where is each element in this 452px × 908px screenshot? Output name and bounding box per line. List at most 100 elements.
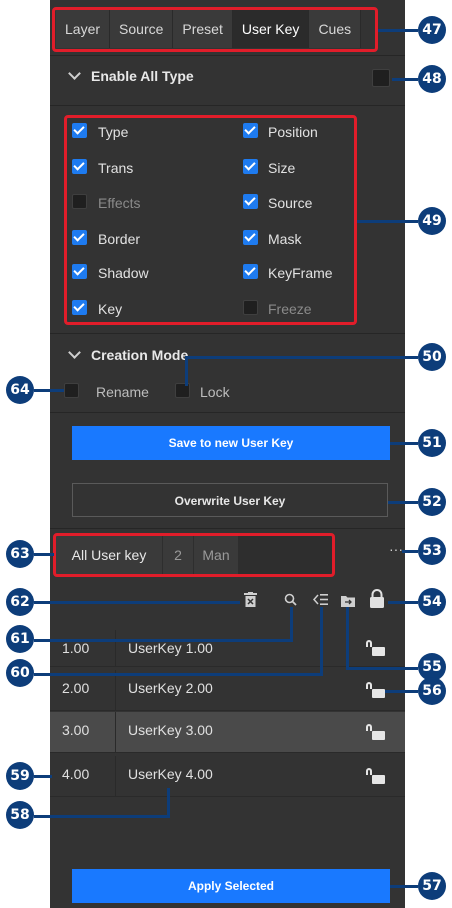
- column-divider: [115, 712, 116, 752]
- type-label-effects: Effects: [98, 195, 141, 211]
- rename-checkbox[interactable]: [64, 383, 79, 398]
- type-checkbox-key[interactable]: [72, 300, 87, 315]
- callout-leader-line: [34, 389, 64, 392]
- callout-badge: 53: [418, 537, 446, 565]
- type-label-keyframe: KeyFrame: [268, 265, 333, 281]
- callout-leader-line: [390, 885, 418, 888]
- callout-badge: 59: [6, 762, 34, 790]
- row-name: UserKey 3.00: [128, 722, 213, 738]
- type-label-mask: Mask: [268, 231, 302, 247]
- column-divider: [115, 630, 116, 666]
- callout-leader-line: [34, 639, 293, 642]
- unlock-icon[interactable]: [366, 682, 385, 698]
- row-name: UserKey 4.00: [128, 766, 213, 782]
- callout-leader-line: [402, 550, 418, 553]
- row-number: 1.00: [62, 640, 90, 656]
- type-label-source: Source: [268, 195, 313, 211]
- type-label-freeze: Freeze: [268, 301, 312, 317]
- callout-badge: 48: [418, 65, 446, 93]
- callout-badge: 47: [418, 16, 446, 44]
- lock-all-icon[interactable]: [369, 589, 385, 608]
- callout-leader-line: [167, 788, 170, 816]
- type-checkbox-type[interactable]: [72, 123, 87, 138]
- type-checkbox-source[interactable]: [243, 194, 258, 209]
- table-row[interactable]: 1.00 UserKey 1.00: [50, 630, 405, 667]
- save-to-new-user-key-button[interactable]: Save to new User Key: [72, 426, 390, 460]
- callout-leader-line: [385, 690, 418, 693]
- callout-leader-line: [388, 501, 418, 504]
- table-row[interactable]: 4.00 UserKey 4.00: [50, 756, 405, 797]
- table-row[interactable]: 3.00 UserKey 3.00: [50, 712, 405, 753]
- callout-leader-line: [34, 775, 52, 778]
- callout-leader-line: [34, 553, 54, 556]
- type-label-key: Key: [98, 301, 123, 317]
- callout-badge: 62: [6, 588, 34, 616]
- chevron-down-icon: [68, 67, 81, 80]
- callout-leader-line: [34, 601, 240, 604]
- unlock-icon[interactable]: [366, 640, 385, 656]
- more-icon[interactable]: ···: [389, 541, 403, 557]
- type-checkbox-border[interactable]: [72, 230, 87, 245]
- callout-badge: 49: [418, 207, 446, 235]
- overwrite-user-key-button[interactable]: Overwrite User Key: [72, 483, 388, 517]
- row-name: UserKey 1.00: [128, 640, 213, 656]
- type-checkbox-keyframe[interactable]: [243, 264, 258, 279]
- creation-mode-header[interactable]: Creation Mode: [68, 346, 189, 363]
- callout-leader-line: [357, 220, 418, 223]
- type-label-size: Size: [268, 160, 296, 176]
- type-label-border: Border: [98, 231, 141, 247]
- row-name: UserKey 2.00: [128, 680, 213, 696]
- apply-selected-button[interactable]: Apply Selected: [72, 869, 390, 903]
- rename-label: Rename: [96, 384, 149, 400]
- delete-icon[interactable]: [244, 592, 257, 607]
- callout-leader-line: [320, 607, 323, 675]
- callout-leader-line: [388, 601, 418, 604]
- type-checkbox-position[interactable]: [243, 123, 258, 138]
- chevron-down-icon: [68, 346, 81, 359]
- callout-leader-line: [390, 442, 418, 445]
- callout-badge: 51: [418, 429, 446, 457]
- type-checkbox-effects[interactable]: [72, 194, 87, 209]
- callout-leader-line: [185, 356, 188, 386]
- type-label-shadow: Shadow: [98, 265, 149, 281]
- type-label-trans: Trans: [98, 160, 134, 176]
- list-filter-icon[interactable]: [312, 593, 328, 606]
- callout-badge: 57: [418, 872, 446, 900]
- enable-all-type-label: Enable All Type: [91, 68, 194, 84]
- callout-badge: 54: [418, 588, 446, 616]
- row-number: 3.00: [62, 722, 90, 738]
- type-checkbox-size[interactable]: [243, 159, 258, 174]
- row-number: 2.00: [62, 680, 90, 696]
- table-row[interactable]: 2.00 UserKey 2.00: [50, 670, 405, 711]
- creation-mode-label: Creation Mode: [91, 347, 189, 363]
- callout-leader-line: [346, 667, 418, 670]
- enable-all-type-checkbox[interactable]: [372, 69, 390, 87]
- callout-leader-line: [34, 815, 170, 818]
- column-divider: [115, 670, 116, 710]
- type-checkbox-freeze[interactable]: [243, 300, 258, 315]
- lock-label: Lock: [200, 384, 230, 400]
- search-icon[interactable]: [284, 593, 297, 606]
- row-number: 4.00: [62, 766, 90, 782]
- types-highlight-box: [64, 115, 357, 325]
- callout-leader-line: [378, 29, 418, 32]
- type-checkbox-shadow[interactable]: [72, 264, 87, 279]
- type-checkbox-trans[interactable]: [72, 159, 87, 174]
- callout-leader-line: [34, 673, 323, 676]
- type-label-type: Type: [98, 124, 129, 140]
- callout-leader-line: [185, 356, 418, 359]
- unlock-icon[interactable]: [366, 724, 385, 740]
- column-divider: [115, 756, 116, 796]
- callout-badge: 56: [418, 677, 446, 705]
- enable-all-type-header[interactable]: Enable All Type: [68, 67, 194, 84]
- filter-highlight-box: [53, 533, 335, 577]
- tabs-highlight-box: [52, 7, 378, 52]
- move-to-folder-icon[interactable]: [341, 594, 355, 607]
- callout-leader-line: [392, 78, 418, 81]
- unlock-icon[interactable]: [366, 768, 385, 784]
- callout-badge: 63: [6, 540, 34, 568]
- callout-badge: 64: [6, 376, 34, 404]
- type-label-position: Position: [268, 124, 318, 140]
- callout-leader-line: [346, 607, 349, 667]
- type-checkbox-mask[interactable]: [243, 230, 258, 245]
